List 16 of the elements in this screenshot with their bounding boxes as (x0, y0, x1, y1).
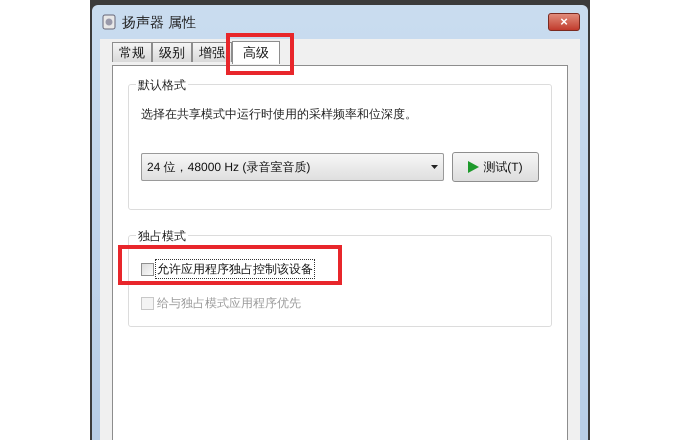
format-dropdown[interactable]: 24 位，48000 Hz (录音室音质) (141, 153, 444, 181)
description-text: 选择在共享模式中运行时使用的采样频率和位深度。 (141, 106, 418, 123)
tab[interactable]: 高级 (232, 40, 280, 64)
close-button[interactable]: × (548, 13, 580, 31)
window-title: 扬声器 属性 (122, 12, 196, 32)
test-button[interactable]: 测试(T) (452, 152, 539, 182)
tab[interactable]: 级别 (152, 42, 192, 62)
group-legend: 独占模式 (136, 227, 188, 245)
group-legend: 默认格式 (136, 76, 188, 94)
dropdown-caret-icon (430, 165, 438, 169)
checkbox-label: 给与独占模式应用程序优先 (156, 295, 302, 312)
play-icon (468, 161, 480, 173)
checkbox[interactable] (141, 262, 154, 276)
checkbox-label: 允许应用程序独占控制该设备 (156, 260, 314, 278)
tab[interactable]: 常规 (112, 42, 152, 62)
tab[interactable]: 增强 (192, 42, 232, 62)
